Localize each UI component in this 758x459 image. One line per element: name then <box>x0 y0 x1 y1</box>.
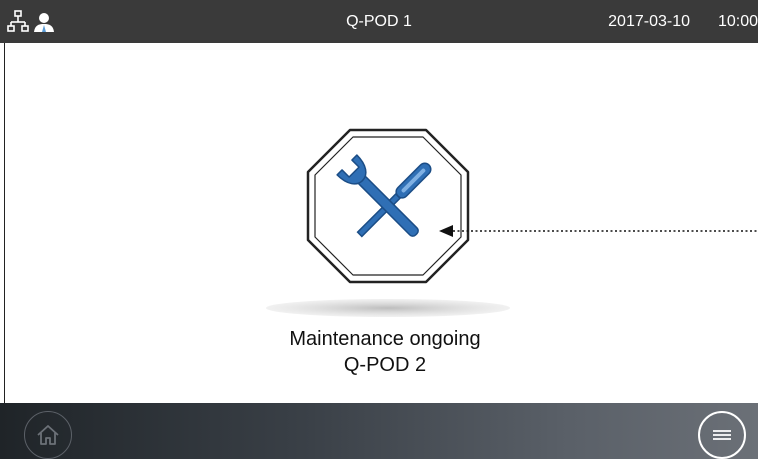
home-button[interactable] <box>24 411 72 459</box>
header-date: 2017-03-10 <box>608 13 690 30</box>
menu-button[interactable] <box>698 411 746 459</box>
network-icon[interactable] <box>6 10 30 34</box>
main-content: Maintenance ongoing Q-POD 2 <box>4 43 758 403</box>
status-title: Maintenance ongoing <box>289 328 481 350</box>
user-icon[interactable] <box>32 10 56 34</box>
status-device-name: Q-POD 2 <box>343 354 427 376</box>
header-bar: Q-POD 1 2017-03-10 10:00 <box>0 0 758 43</box>
pointer-arrow <box>439 225 758 237</box>
floor-shadow <box>266 299 510 317</box>
header-time: 10:00 <box>717 13 758 30</box>
home-icon <box>37 425 59 445</box>
menu-icon <box>713 430 731 440</box>
app-window: Q-POD 1 2017-03-10 10:00 Maintenance ong… <box>0 0 758 459</box>
footer-bar <box>0 403 758 459</box>
